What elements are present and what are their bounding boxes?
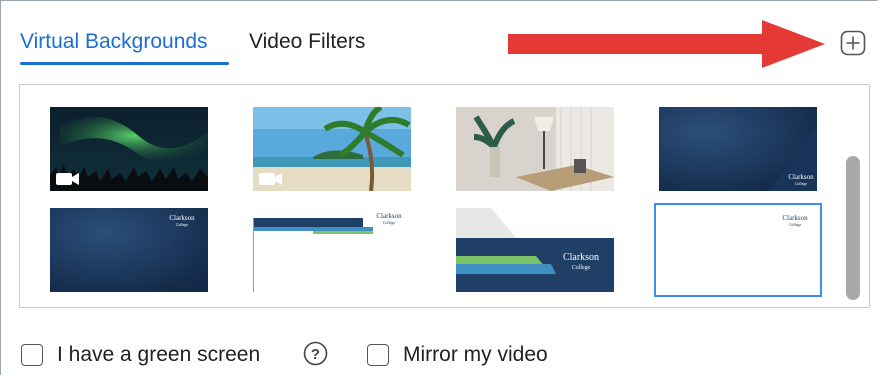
question-circle-icon: ?	[303, 341, 328, 366]
svg-text:?: ?	[311, 346, 320, 363]
green-screen-option: I have a green screen	[21, 341, 260, 369]
background-clarkson-blue-corner[interactable]: Clarkson College	[659, 107, 817, 191]
svg-text:Clarkson: Clarkson	[788, 173, 814, 181]
svg-text:Clarkson: Clarkson	[376, 212, 402, 220]
svg-text:Clarkson: Clarkson	[782, 214, 808, 222]
mirror-video-label[interactable]: Mirror my video	[403, 343, 548, 367]
svg-text:College: College	[176, 222, 189, 227]
tab-video-filters[interactable]: Video Filters	[249, 29, 365, 55]
svg-text:Clarkson: Clarkson	[169, 214, 195, 222]
add-background-button[interactable]	[840, 30, 866, 56]
red-arrow-annotation	[508, 20, 825, 68]
svg-text:College: College	[795, 181, 808, 186]
mirror-video-option: Mirror my video	[367, 341, 548, 369]
mirror-video-checkbox[interactable]	[367, 344, 389, 366]
green-screen-label[interactable]: I have a green screen	[57, 343, 260, 367]
background-office-room[interactable]	[456, 107, 614, 191]
background-clarkson-blue-top[interactable]: Clarkson College	[50, 208, 208, 292]
background-clarkson-white[interactable]: Clarkson College	[654, 203, 822, 297]
background-beach[interactable]	[253, 107, 411, 191]
background-clarkson-stripes[interactable]: Clarkson College	[456, 208, 614, 292]
video-camera-icon	[56, 173, 79, 185]
active-tab-indicator	[20, 62, 229, 65]
green-screen-help-button[interactable]: ?	[303, 341, 328, 366]
svg-text:College: College	[383, 220, 396, 225]
plus-square-icon	[840, 30, 866, 56]
video-camera-icon	[259, 173, 282, 185]
background-northern-lights[interactable]	[50, 107, 208, 191]
background-clarkson-white-banner[interactable]: Clarkson College	[253, 208, 411, 292]
svg-text:College: College	[572, 265, 591, 271]
gallery-scrollbar-thumb[interactable]	[846, 156, 860, 300]
tab-virtual-backgrounds[interactable]: Virtual Backgrounds	[20, 29, 208, 55]
green-screen-checkbox[interactable]	[21, 344, 43, 366]
svg-text:College: College	[789, 222, 802, 227]
svg-text:Clarkson: Clarkson	[563, 252, 599, 263]
